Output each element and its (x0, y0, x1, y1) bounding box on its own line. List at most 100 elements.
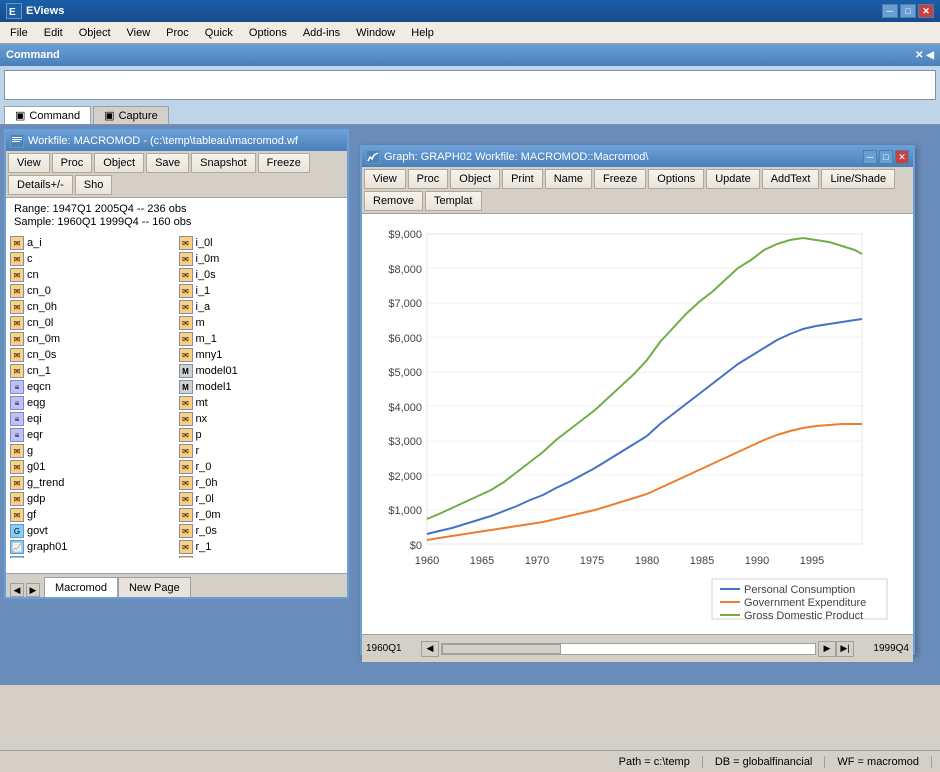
tab-capture[interactable]: ▣ Capture (93, 106, 169, 124)
var-i_0m[interactable]: ✉i_0m (177, 251, 346, 267)
graph-remove-btn[interactable]: Remove (364, 191, 423, 211)
scroll-end-btn[interactable]: ▶| (836, 641, 854, 657)
series-icon: ✉ (179, 508, 193, 522)
var-m_1[interactable]: ✉m_1 (177, 331, 346, 347)
tab-new-page[interactable]: New Page (118, 577, 191, 597)
graph-template-btn[interactable]: Templat (425, 191, 482, 211)
workfile-freeze-btn[interactable]: Freeze (258, 153, 310, 173)
var-r[interactable]: ✉r (177, 443, 346, 459)
scroll-thumb[interactable] (442, 644, 561, 654)
menu-help[interactable]: Help (403, 25, 442, 41)
var-mt[interactable]: ✉mt (177, 395, 346, 411)
var-a_i[interactable]: ✉a_i (8, 235, 177, 251)
var-gf[interactable]: ✉gf (8, 507, 177, 523)
tab-macromod[interactable]: Macromod (44, 577, 118, 597)
graph-close-btn[interactable]: ✕ (895, 150, 909, 164)
menu-view[interactable]: View (119, 25, 159, 41)
var-model01[interactable]: Mmodel01 (177, 363, 346, 379)
close-button[interactable]: ✕ (918, 4, 934, 18)
var-eqi[interactable]: ≡eqi (8, 411, 177, 427)
graph-maximize-btn[interactable]: □ (879, 150, 893, 164)
var-govt[interactable]: Ggovt (8, 523, 177, 539)
menu-options[interactable]: Options (241, 25, 295, 41)
var-cn_0h[interactable]: ✉cn_0h (8, 299, 177, 315)
var-i_0l[interactable]: ✉i_0l (177, 235, 346, 251)
scroll-left-btn[interactable]: ◀ (421, 641, 439, 657)
var-cn_0s[interactable]: ✉cn_0s (8, 347, 177, 363)
graph-options-btn[interactable]: Options (648, 169, 704, 189)
menu-window[interactable]: Window (348, 25, 403, 41)
graph-object-btn[interactable]: Object (450, 169, 500, 189)
workfile-show-btn[interactable]: Sho (75, 175, 113, 195)
command-pin[interactable]: ✕ ◀ (915, 50, 934, 61)
var-m[interactable]: ✉m (177, 315, 346, 331)
var-r_0l[interactable]: ✉r_0l (177, 491, 346, 507)
workfile-snapshot-btn[interactable]: Snapshot (191, 153, 255, 173)
workfile-proc-btn[interactable]: Proc (52, 153, 93, 173)
workfile-view-btn[interactable]: View (8, 153, 50, 173)
var-cn[interactable]: ✉cn (8, 267, 177, 283)
workfile-range: Range: 1947Q1 2005Q4 -- 236 obs (14, 203, 339, 215)
menu-edit[interactable]: Edit (36, 25, 71, 41)
var-g_trend[interactable]: ✉g_trend (8, 475, 177, 491)
var-g[interactable]: ✉g (8, 443, 177, 459)
var-gdp[interactable]: ✉gdp (8, 491, 177, 507)
workfile-details-btn[interactable]: Details+/- (8, 175, 73, 195)
series-icon: ✉ (179, 300, 193, 314)
var-eqcn[interactable]: ≡eqcn (8, 379, 177, 395)
menu-object[interactable]: Object (71, 25, 119, 41)
var-i_1[interactable]: ✉i_1 (177, 283, 346, 299)
var-i_a[interactable]: ✉i_a (177, 299, 346, 315)
var-r_0s[interactable]: ✉r_0s (177, 523, 346, 539)
var-r_0h[interactable]: ✉r_0h (177, 475, 346, 491)
var-graph02[interactable]: 📈graph02 (8, 555, 177, 558)
tab-command[interactable]: ▣ Command (4, 106, 91, 124)
graph-lineshade-btn[interactable]: Line/Shade (821, 169, 895, 189)
var-eqg[interactable]: ≡eqg (8, 395, 177, 411)
var-c[interactable]: ✉c (8, 251, 177, 267)
maximize-button[interactable]: □ (900, 4, 916, 18)
var-cn_0m[interactable]: ✉cn_0m (8, 331, 177, 347)
var-cn_0l[interactable]: ✉cn_0l (8, 315, 177, 331)
graph-update-btn[interactable]: Update (706, 169, 759, 189)
graph-title-bar: Graph: GRAPH02 Workfile: MACROMOD::Macro… (362, 147, 913, 167)
graph-name-btn[interactable]: Name (545, 169, 592, 189)
menu-proc[interactable]: Proc (158, 25, 197, 41)
graph-print-btn[interactable]: Print (502, 169, 543, 189)
var-cn_0[interactable]: ✉cn_0 (8, 283, 177, 299)
status-wf: WF = macromod (825, 756, 932, 768)
var-r_0[interactable]: ✉r_0 (177, 459, 346, 475)
minimize-button[interactable]: ─ (882, 4, 898, 18)
var-p[interactable]: ✉p (177, 427, 346, 443)
var-nx[interactable]: ✉nx (177, 411, 346, 427)
var-i_0s[interactable]: ✉i_0s (177, 267, 346, 283)
variables-list: ✉a_i ✉c ✉cn ✉cn_0 ✉cn_0h ✉cn_0l ✉cn_0m ✉… (6, 233, 347, 558)
var-cn_1[interactable]: ✉cn_1 (8, 363, 177, 379)
var-resid[interactable]: ✉resid (177, 555, 346, 558)
workfile-object-btn[interactable]: Object (94, 153, 144, 173)
scroll-track[interactable] (441, 643, 816, 655)
scroll-right-btn[interactable]: ▶ (818, 641, 836, 657)
var-mny1[interactable]: ✉mny1 (177, 347, 346, 363)
tab-next-btn[interactable]: ▶ (26, 583, 40, 597)
workfile-window: Workfile: MACROMOD - (c:\temp\tableau\ma… (4, 129, 349, 599)
menu-quick[interactable]: Quick (197, 25, 241, 41)
var-g01[interactable]: ✉g01 (8, 459, 177, 475)
graph-proc-btn[interactable]: Proc (408, 169, 449, 189)
workfile-save-btn[interactable]: Save (146, 153, 189, 173)
var-model1[interactable]: Mmodel1 (177, 379, 346, 395)
graph-freeze-btn[interactable]: Freeze (594, 169, 646, 189)
menu-addins[interactable]: Add-ins (295, 25, 348, 41)
graph-addtext-btn[interactable]: AddText (762, 169, 820, 189)
graph-minimize-btn[interactable]: ─ (863, 150, 877, 164)
series-icon: ✉ (10, 236, 24, 250)
var-eqr[interactable]: ≡eqr (8, 427, 177, 443)
var-r_0m[interactable]: ✉r_0m (177, 507, 346, 523)
scroll-start-label: 1960Q1 (366, 643, 421, 654)
var-r_1[interactable]: ✉r_1 (177, 539, 346, 555)
menu-file[interactable]: File (2, 25, 36, 41)
var-graph01[interactable]: 📈graph01 (8, 539, 177, 555)
graph-view-btn[interactable]: View (364, 169, 406, 189)
command-input[interactable] (4, 70, 936, 100)
tab-prev-btn[interactable]: ◀ (10, 583, 24, 597)
